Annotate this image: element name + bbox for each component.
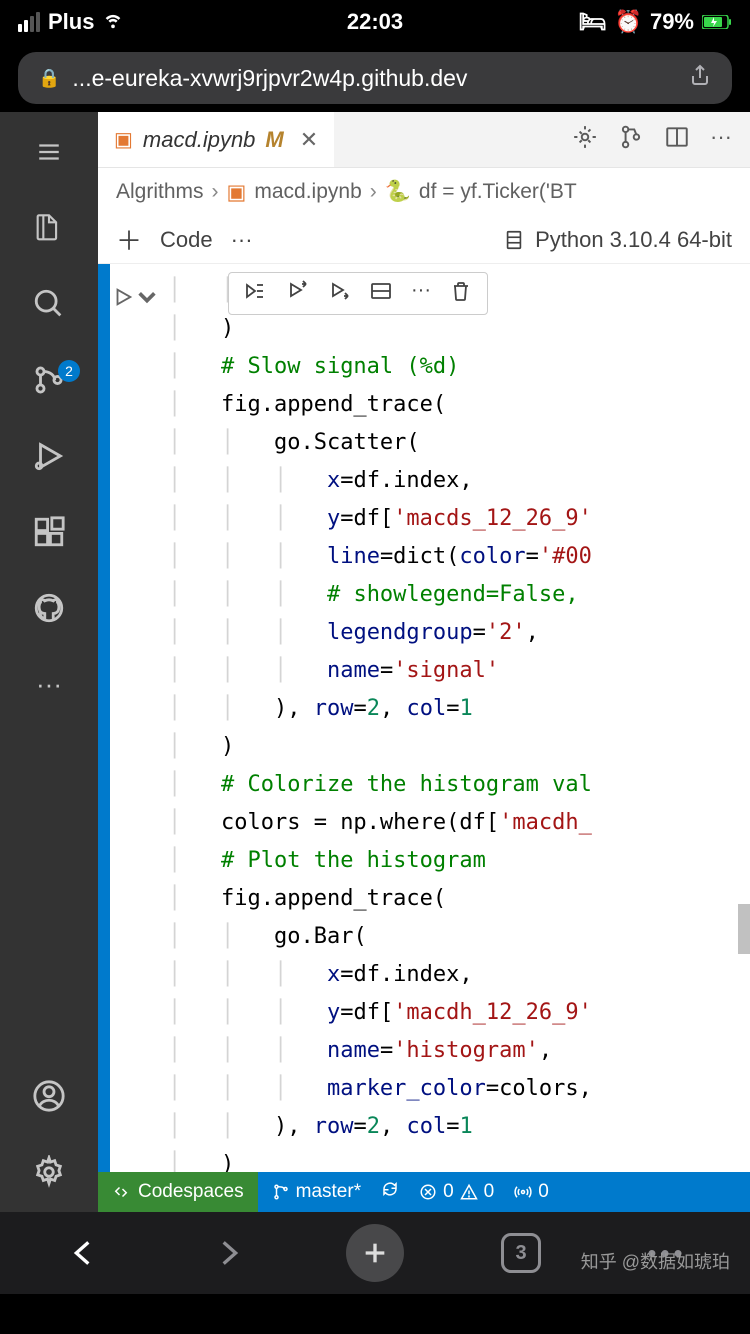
server-icon: [503, 229, 525, 251]
forward-button[interactable]: [199, 1223, 259, 1283]
notebook-toolbar: ＋ Code ··· Python 3.10.4 64-bit: [98, 216, 750, 264]
error-icon: [419, 1183, 437, 1201]
back-button[interactable]: [53, 1223, 113, 1283]
chevron-icon: ›: [370, 180, 377, 204]
github-icon[interactable]: [29, 588, 69, 628]
battery-label: 79%: [650, 9, 694, 35]
tab-filename: macd.ipynb: [143, 127, 256, 153]
vscode-status-bar: Codespaces master* 0 0 0: [98, 1172, 750, 1212]
run-debug-icon[interactable]: [29, 436, 69, 476]
kernel-selector[interactable]: Python 3.10.4 64-bit: [503, 227, 732, 253]
more-icon[interactable]: ···: [29, 664, 69, 704]
url-text: ...e-eureka-xvwrj9rjpvr2w4p.github.dev: [72, 65, 676, 92]
split-cell-icon[interactable]: [369, 279, 393, 308]
branch-button[interactable]: master*: [272, 1181, 361, 1203]
branch-label: master*: [296, 1181, 361, 1203]
kernel-label: Python 3.10.4 64-bit: [535, 227, 732, 253]
wifi-icon: [102, 8, 124, 36]
problems-button[interactable]: 0 0: [419, 1181, 494, 1203]
scm-badge: 2: [58, 360, 80, 382]
execute-below-icon[interactable]: [327, 279, 351, 308]
add-code-button[interactable]: Code: [160, 227, 213, 253]
watermark: 知乎 @数据如琥珀: [581, 1248, 730, 1274]
more-toolbar-icon[interactable]: ···: [231, 227, 253, 253]
more-tab-icon[interactable]: ···: [710, 124, 732, 155]
cell-indicator: [98, 264, 110, 1172]
new-tab-button[interactable]: [345, 1223, 405, 1283]
tabs-count: 3: [501, 1233, 541, 1273]
battery-icon: [702, 9, 732, 35]
breadcrumb[interactable]: Algrithms › ▣ macd.ipynb › 🐍 df = yf.Tic…: [98, 168, 750, 216]
sync-button[interactable]: [381, 1180, 399, 1204]
run-cell-icon[interactable]: [112, 286, 134, 308]
chevron-down-icon[interactable]: [136, 286, 158, 308]
ports-count: 0: [538, 1181, 549, 1203]
execute-above-icon[interactable]: [285, 279, 309, 308]
carrier-label: Plus: [48, 9, 94, 35]
browser-address-bar: 🔒 ...e-eureka-xvwrj9rjpvr2w4p.github.dev: [0, 44, 750, 112]
clock-label: 22:03: [256, 9, 494, 35]
run-by-line-icon[interactable]: [243, 279, 267, 308]
breadcrumb-file[interactable]: macd.ipynb: [254, 180, 361, 204]
ios-status-bar: Plus 22:03 🛏 ⏰ 79%: [0, 0, 750, 44]
code-content[interactable]: │ │ ), row=2, col=1│ )│ # Slow signal (%…: [160, 264, 750, 1172]
focus-icon: 🛏: [579, 9, 607, 35]
search-icon[interactable]: [29, 284, 69, 324]
gear-icon[interactable]: [572, 124, 598, 155]
settings-icon[interactable]: [29, 1152, 69, 1192]
activity-bar: 2 ···: [0, 112, 98, 1212]
account-icon[interactable]: [29, 1076, 69, 1116]
cell-toolbar: ···: [228, 272, 488, 315]
explorer-icon[interactable]: [29, 208, 69, 248]
sync-icon: [381, 1180, 399, 1198]
codespaces-label: Codespaces: [138, 1181, 244, 1203]
breadcrumb-symbol[interactable]: df = yf.Ticker('BT: [419, 180, 577, 204]
broadcast-icon: [514, 1183, 532, 1201]
plus-icon[interactable]: ＋: [116, 221, 142, 258]
notebook-icon: ▣: [227, 180, 247, 205]
more-cell-icon[interactable]: ···: [411, 279, 431, 308]
tabs-button[interactable]: 3: [491, 1223, 551, 1283]
breadcrumb-folder[interactable]: Algrithms: [116, 180, 204, 204]
cell-run-area: [110, 264, 160, 1172]
compare-icon[interactable]: [618, 124, 644, 155]
chevron-icon: ›: [212, 180, 219, 204]
ports-button[interactable]: 0: [514, 1181, 549, 1203]
editor-area: ▣ macd.ipynb M ✕ ··· Algrithms › ▣ macd.…: [98, 112, 750, 1212]
delete-cell-icon[interactable]: [449, 279, 473, 308]
share-icon[interactable]: [688, 62, 712, 94]
lock-icon: 🔒: [38, 68, 60, 89]
notebook-icon: ▣: [114, 127, 133, 152]
tab-modified-marker: M: [265, 127, 283, 153]
menu-icon[interactable]: [29, 132, 69, 172]
warning-icon: [460, 1183, 478, 1201]
python-icon: 🐍: [385, 180, 411, 204]
remote-icon: [112, 1183, 130, 1201]
codespaces-button[interactable]: Codespaces: [98, 1172, 258, 1212]
vscode-window: 2 ··· ▣ macd.ipynb M ✕ ··· Algrit: [0, 112, 750, 1212]
branch-icon: [272, 1183, 290, 1201]
tab-actions: ···: [554, 124, 750, 155]
errors-count: 0: [443, 1181, 454, 1203]
close-icon[interactable]: ✕: [300, 127, 318, 153]
alarm-icon: ⏰: [615, 9, 642, 35]
split-icon[interactable]: [664, 124, 690, 155]
extensions-icon[interactable]: [29, 512, 69, 552]
tab-bar: ▣ macd.ipynb M ✕ ···: [98, 112, 750, 168]
tab-macd[interactable]: ▣ macd.ipynb M ✕: [98, 112, 334, 167]
code-editor[interactable]: │ │ ), row=2, col=1│ )│ # Slow signal (%…: [98, 264, 750, 1172]
warnings-count: 0: [484, 1181, 495, 1203]
scrollbar-thumb[interactable]: [738, 904, 750, 954]
url-field[interactable]: 🔒 ...e-eureka-xvwrj9rjpvr2w4p.github.dev: [18, 52, 732, 104]
signal-icon: [18, 12, 40, 32]
